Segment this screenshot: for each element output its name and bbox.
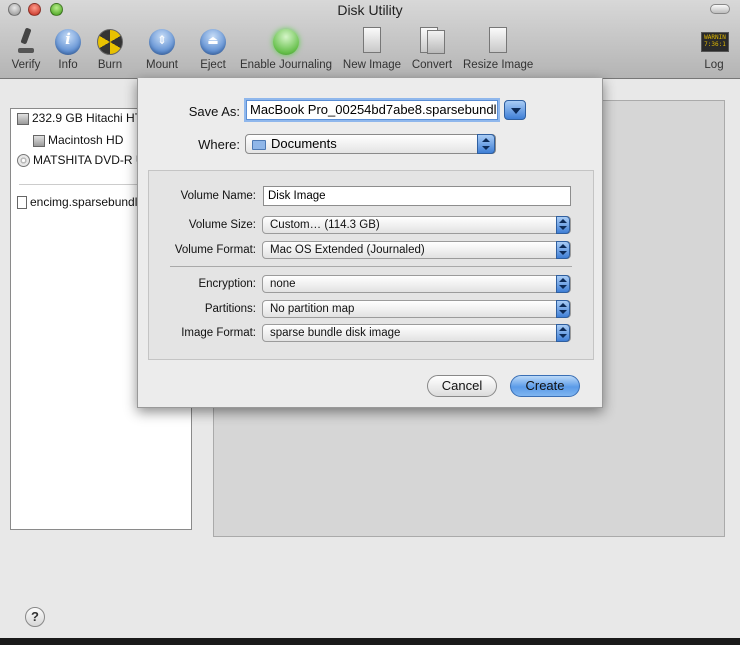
resize-image-button[interactable]: Resize Image — [463, 26, 533, 71]
verify-button[interactable]: Verify — [6, 26, 46, 71]
optical-drive-icon — [17, 154, 30, 168]
volume-format-label: Volume Format: — [174, 244, 256, 256]
volume-icon — [33, 134, 45, 147]
eject-button[interactable]: ⏏ Eject — [195, 26, 231, 71]
cancel-button[interactable]: Cancel — [427, 375, 497, 397]
info-button[interactable]: i Info — [50, 26, 86, 71]
partitions-label: Partitions: — [204, 303, 256, 315]
chevron-updown-icon — [556, 275, 570, 293]
chevron-updown-icon — [556, 324, 570, 342]
image-format-select[interactable]: sparse bundle disk image — [262, 324, 571, 342]
toolbar: Disk Utility Verify i Info Burn ⇕ Mount … — [0, 0, 740, 79]
expand-save-dialog-button[interactable] — [504, 100, 526, 120]
volume-format-select[interactable]: Mac OS Extended (Journaled) — [262, 241, 571, 259]
disk-image-file-icon — [17, 196, 27, 210]
microscope-icon — [10, 26, 42, 56]
volume-size-select[interactable]: Custom… (114.3 GB) — [262, 216, 571, 234]
create-button[interactable]: Create — [510, 375, 580, 397]
options-divider — [170, 266, 572, 267]
save-as-input[interactable]: MacBook Pro_00254bd7abe8.sparsebundle — [246, 100, 498, 120]
folder-icon — [252, 139, 266, 150]
chevron-updown-icon — [556, 300, 570, 318]
window-title: Disk Utility — [337, 2, 403, 18]
new-image-sheet: Save As: MacBook Pro_00254bd7abe8.sparse… — [137, 78, 603, 408]
hard-disk-icon — [17, 112, 29, 125]
burn-button[interactable]: Burn — [92, 26, 128, 71]
chevron-updown-icon — [556, 241, 570, 259]
mount-icon: ⇕ — [146, 26, 178, 56]
enable-journaling-button[interactable]: Enable Journaling — [239, 26, 333, 71]
new-image-icon — [356, 26, 388, 56]
encryption-label: Encryption: — [198, 278, 256, 290]
toolbar-toggle-button[interactable] — [710, 4, 730, 14]
volume-size-label: Volume Size: — [188, 219, 256, 231]
partitions-select[interactable]: No partition map — [262, 300, 571, 318]
image-format-label: Image Format: — [181, 327, 256, 339]
encryption-select[interactable]: none — [262, 275, 571, 293]
resize-image-icon — [482, 26, 514, 56]
help-button[interactable]: ? — [25, 607, 45, 627]
convert-button[interactable]: Convert — [410, 26, 454, 71]
where-label: Where: — [198, 137, 240, 152]
volume-name-field[interactable]: Disk Image — [263, 186, 571, 206]
disk-utility-window: Disk Utility Verify i Info Burn ⇕ Mount … — [0, 0, 740, 638]
log-icon-text: WARNIN 7:36:1 — [701, 32, 729, 52]
mount-button[interactable]: ⇕ Mount — [141, 26, 183, 71]
journaling-icon — [270, 26, 302, 56]
volume-name-label: Volume Name: — [180, 190, 256, 202]
burn-icon — [94, 26, 126, 56]
info-icon: i — [52, 26, 84, 56]
log-icon: WARNIN 7:36:1 — [698, 26, 730, 56]
new-image-button[interactable]: New Image — [342, 26, 402, 71]
log-button[interactable]: WARNIN 7:36:1 Log — [698, 26, 730, 71]
where-select[interactable]: Documents — [245, 134, 496, 154]
save-as-label: Save As: — [188, 104, 240, 119]
convert-icon — [416, 26, 448, 56]
chevron-updown-icon — [556, 216, 570, 234]
eject-icon: ⏏ — [197, 26, 229, 56]
chevron-updown-icon — [477, 134, 495, 154]
